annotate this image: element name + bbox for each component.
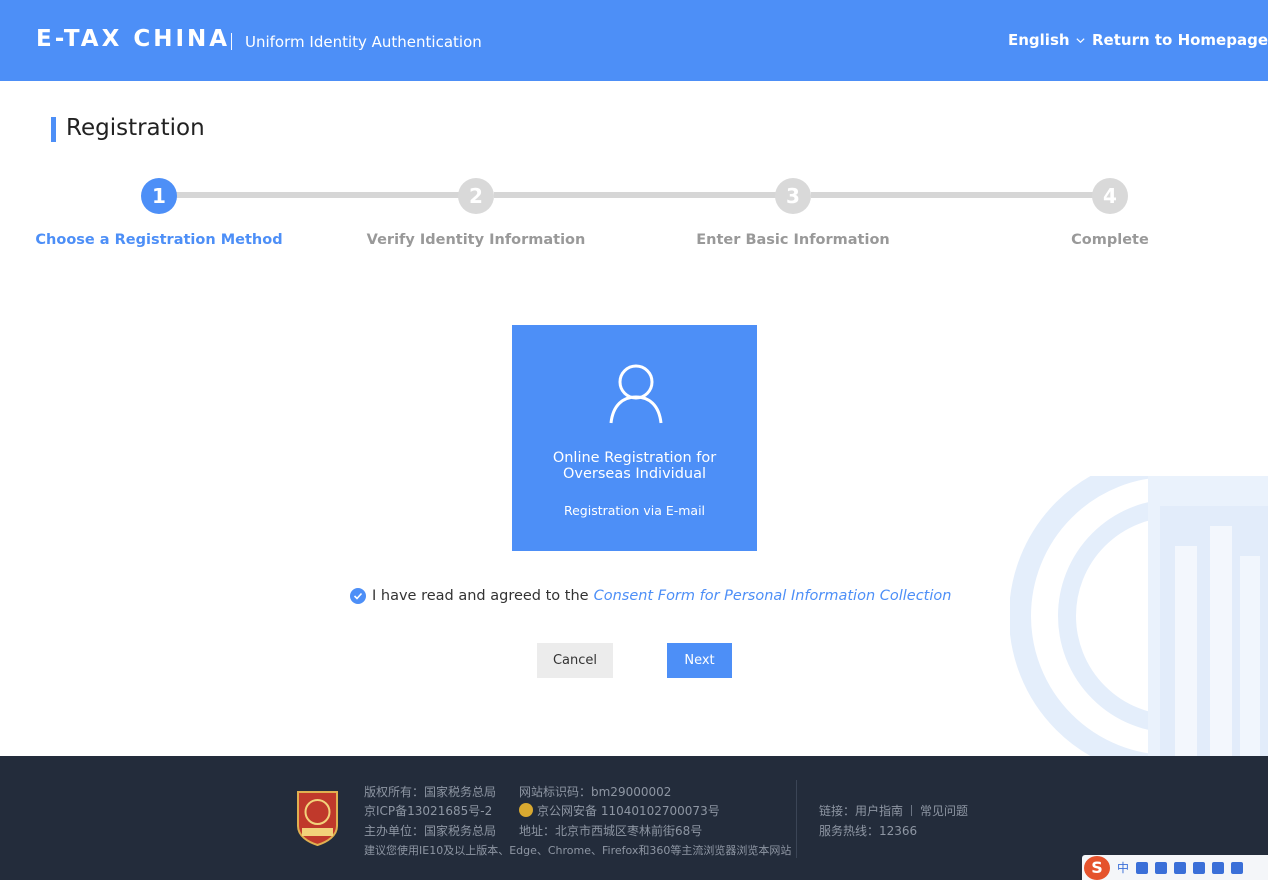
brand-subtitle: Uniform Identity Authentication [245,33,482,51]
user-icon [609,364,663,424]
step-3-circle: 3 [775,178,811,214]
card-title-line-2: Overseas Individual [562,466,707,482]
step-1-circle: 1 [141,178,177,214]
footer-police-record[interactable]: 京公网安备 11040102700073号 [519,802,720,819]
ime-keyboard-icon[interactable] [1193,861,1206,874]
card-title: Online Registration for Overseas Individ… [512,450,757,482]
ime-toolbar[interactable]: S 中 [1082,855,1268,880]
ime-emoji-icon[interactable] [1155,861,1168,874]
chevron-down-icon [1075,37,1085,43]
footer-browser-note: 建议您使用IE10及以上版本、Edge、Chrome、Firefox和360等主… [364,844,792,857]
check-icon [353,592,363,600]
footer-site-id: 网站标识码：bm29000002 [519,785,672,799]
top-header: E-TAX CHINA Uniform Identity Authenticat… [0,0,1268,81]
consent-text: I have read and agreed to the [372,588,589,604]
ime-microphone-icon[interactable] [1174,861,1187,874]
title-accent-bar [51,117,56,142]
ime-user-icon[interactable] [1212,861,1225,874]
site-footer: 版权所有：国家税务总局 网站标识码：bm29000002 京ICP备130216… [0,756,1268,880]
footer-address: 地址：北京市西城区枣林前街68号 [519,824,703,838]
cancel-button[interactable]: Cancel [537,643,613,678]
ime-punctuation-icon[interactable] [1136,861,1149,874]
party-government-badge-icon [297,791,338,846]
step-2-label: Verify Identity Information [366,232,586,248]
footer-sponsor: 主办单位：国家税务总局 [364,824,497,838]
step-3-label: Enter Basic Information [696,232,890,248]
consent-row: I have read and agreed to the Consent Fo… [350,588,951,604]
ime-skin-icon[interactable] [1231,861,1244,874]
footer-police-text: 京公网安备 11040102700073号 [537,804,720,818]
card-subtitle: Registration via E-mail [563,503,706,518]
ime-language-toggle[interactable]: 中 [1117,859,1129,876]
step-connector-1 [176,192,459,198]
step-connector-2 [494,192,776,198]
step-connector-3 [811,192,1093,198]
consent-form-link[interactable]: Consent Form for Personal Information Co… [594,588,952,604]
next-button[interactable]: Next [667,643,732,678]
language-label: English [1008,31,1070,49]
footer-links: 链接：用户指南 常见问题 [819,802,968,819]
footer-links-label: 链接： [819,804,856,818]
footer-copyright: 版权所有：国家税务总局 [364,785,497,799]
footer-link-faq[interactable]: 常见问题 [920,804,968,818]
brand-logo-text: E-TAX CHINA [36,26,231,52]
police-badge-icon [519,803,533,817]
card-title-line-1: Online Registration for [552,450,717,466]
language-selector[interactable]: English [1008,31,1086,49]
footer-icp[interactable]: 京ICP备13021685号-2 [364,802,492,819]
page-title: Registration [66,115,205,141]
brand-divider [231,33,232,50]
footer-hotline: 服务热线：12366 [819,824,918,838]
footer-divider [796,780,797,858]
step-4-circle: 4 [1092,178,1128,214]
overseas-individual-registration-card[interactable]: Online Registration for Overseas Individ… [512,325,757,551]
footer-link-separator [911,805,913,816]
return-to-homepage-link[interactable]: Return to Homepage [1092,31,1268,49]
tax-emblem-watermark [1010,476,1268,756]
consent-checkbox[interactable] [350,588,366,604]
sogou-ime-logo-icon[interactable]: S [1084,855,1110,880]
step-4-label: Complete [1071,232,1149,248]
footer-link-user-guide[interactable]: 用户指南 [855,804,903,818]
step-2-circle: 2 [458,178,494,214]
step-1-label: Choose a Registration Method [35,232,283,248]
